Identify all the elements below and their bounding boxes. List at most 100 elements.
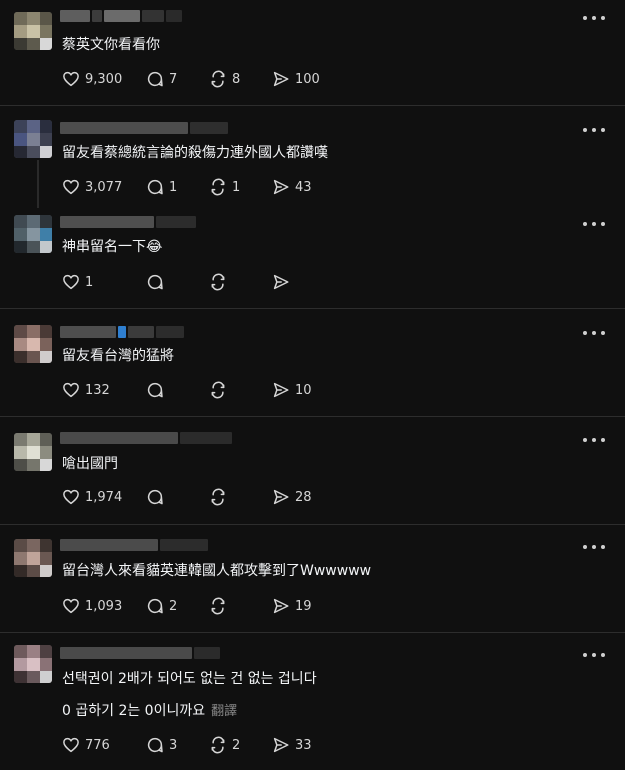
repost-action[interactable]	[209, 596, 227, 616]
repost-icon	[209, 178, 227, 196]
comment-action[interactable]: 3	[146, 735, 177, 755]
share-count: 10	[295, 382, 312, 398]
like-count: 1	[85, 274, 94, 290]
post-actions: 132 10	[62, 380, 332, 400]
comment-action[interactable]	[146, 487, 164, 507]
post-actions: 776 3 2 33	[62, 735, 332, 755]
share-action[interactable]: 43	[272, 177, 312, 197]
comment-action[interactable]: 2	[146, 596, 177, 616]
post-text: 留友看台灣的猛將	[62, 348, 174, 364]
heart-icon	[62, 736, 80, 754]
like-action[interactable]: 776	[62, 735, 110, 755]
post: 留友看台灣的猛將 132 10	[0, 309, 625, 416]
comment-action[interactable]: 1	[146, 177, 177, 197]
like-action[interactable]: 3,077	[62, 177, 122, 197]
avatar[interactable]	[14, 120, 52, 158]
post-text: 留台灣人來看貓英連韓國人都攻擊到了Wwwwww	[62, 563, 372, 579]
heart-icon	[62, 381, 80, 399]
comment-bubble-icon	[146, 597, 164, 615]
like-count: 9,300	[85, 71, 123, 87]
more-options-icon[interactable]	[583, 325, 605, 341]
comment-action[interactable]	[146, 272, 164, 292]
username-blurred[interactable]	[60, 539, 208, 553]
repost-icon	[209, 488, 227, 506]
send-icon	[272, 178, 290, 196]
send-icon	[272, 381, 290, 399]
send-icon	[272, 736, 290, 754]
comment-bubble-icon	[146, 178, 164, 196]
username-blurred[interactable]	[60, 647, 220, 661]
post-text: 留友看蔡總統言論的殺傷力連外國人都讚嘆	[62, 145, 328, 161]
share-count: 19	[295, 598, 312, 614]
send-icon	[272, 597, 290, 615]
comment-bubble-icon	[146, 381, 164, 399]
comment-bubble-icon	[146, 273, 164, 291]
comment-bubble-icon	[146, 70, 164, 88]
repost-count: 2	[232, 737, 241, 753]
repost-action[interactable]: 2	[209, 735, 240, 755]
share-action[interactable]: 19	[272, 596, 312, 616]
comment-action[interactable]: 7	[146, 69, 177, 89]
username-blurred[interactable]	[60, 432, 232, 446]
more-options-icon[interactable]	[583, 539, 605, 555]
post-actions: 1,093 2 19	[62, 596, 332, 616]
avatar[interactable]	[14, 539, 52, 577]
like-action[interactable]: 1,974	[62, 487, 122, 507]
avatar[interactable]	[14, 215, 52, 253]
username-blurred[interactable]	[60, 122, 228, 136]
share-action[interactable]	[272, 272, 290, 292]
comment-bubble-icon	[146, 736, 164, 754]
post-text: 嗆出國門	[62, 456, 118, 472]
avatar[interactable]	[14, 645, 52, 683]
post-actions: 3,077 1 1 43	[62, 177, 332, 197]
more-options-icon[interactable]	[583, 647, 605, 663]
username-blurred[interactable]	[60, 10, 182, 24]
like-count: 132	[85, 382, 110, 398]
post-text: 神串留名一下😂	[62, 239, 163, 255]
repost-icon	[209, 70, 227, 88]
comment-bubble-icon	[146, 488, 164, 506]
send-icon	[272, 273, 290, 291]
more-options-icon[interactable]	[583, 10, 605, 26]
comment-count: 2	[169, 598, 178, 614]
repost-icon	[209, 381, 227, 399]
more-options-icon[interactable]	[583, 122, 605, 138]
repost-icon	[209, 597, 227, 615]
avatar[interactable]	[14, 433, 52, 471]
comment-count: 3	[169, 737, 178, 753]
post: 嗆出國門 1,974 28	[0, 417, 625, 524]
post-text: 선택권이 2배가 되어도 없는 건 없는 겁니다	[62, 671, 317, 687]
comment-count: 7	[169, 71, 178, 87]
repost-count: 8	[232, 71, 241, 87]
username-blurred[interactable]	[60, 216, 196, 230]
post-actions: 1	[62, 272, 332, 292]
send-icon	[272, 70, 290, 88]
avatar[interactable]	[14, 325, 52, 363]
repost-count: 1	[232, 179, 241, 195]
like-action[interactable]: 132	[62, 380, 110, 400]
heart-icon	[62, 488, 80, 506]
share-action[interactable]: 33	[272, 735, 312, 755]
repost-action[interactable]	[209, 272, 227, 292]
share-count: 43	[295, 179, 312, 195]
repost-action[interactable]	[209, 487, 227, 507]
avatar[interactable]	[14, 12, 52, 50]
more-options-icon[interactable]	[583, 432, 605, 448]
repost-action[interactable]	[209, 380, 227, 400]
like-count: 1,093	[85, 598, 123, 614]
post-actions: 1,974 28	[62, 487, 332, 507]
repost-action[interactable]: 1	[209, 177, 240, 197]
share-action[interactable]: 28	[272, 487, 312, 507]
like-action[interactable]: 1	[62, 272, 93, 292]
repost-action[interactable]: 8	[209, 69, 240, 89]
like-action[interactable]: 9,300	[62, 69, 122, 89]
share-action[interactable]: 10	[272, 380, 312, 400]
like-action[interactable]: 1,093	[62, 596, 122, 616]
translate-link[interactable]: 翻譯	[211, 704, 237, 719]
repost-icon	[209, 273, 227, 291]
username-blurred[interactable]	[60, 326, 184, 340]
comment-count: 1	[169, 179, 178, 195]
comment-action[interactable]	[146, 380, 164, 400]
share-action[interactable]: 100	[272, 69, 320, 89]
more-options-icon[interactable]	[583, 216, 605, 232]
